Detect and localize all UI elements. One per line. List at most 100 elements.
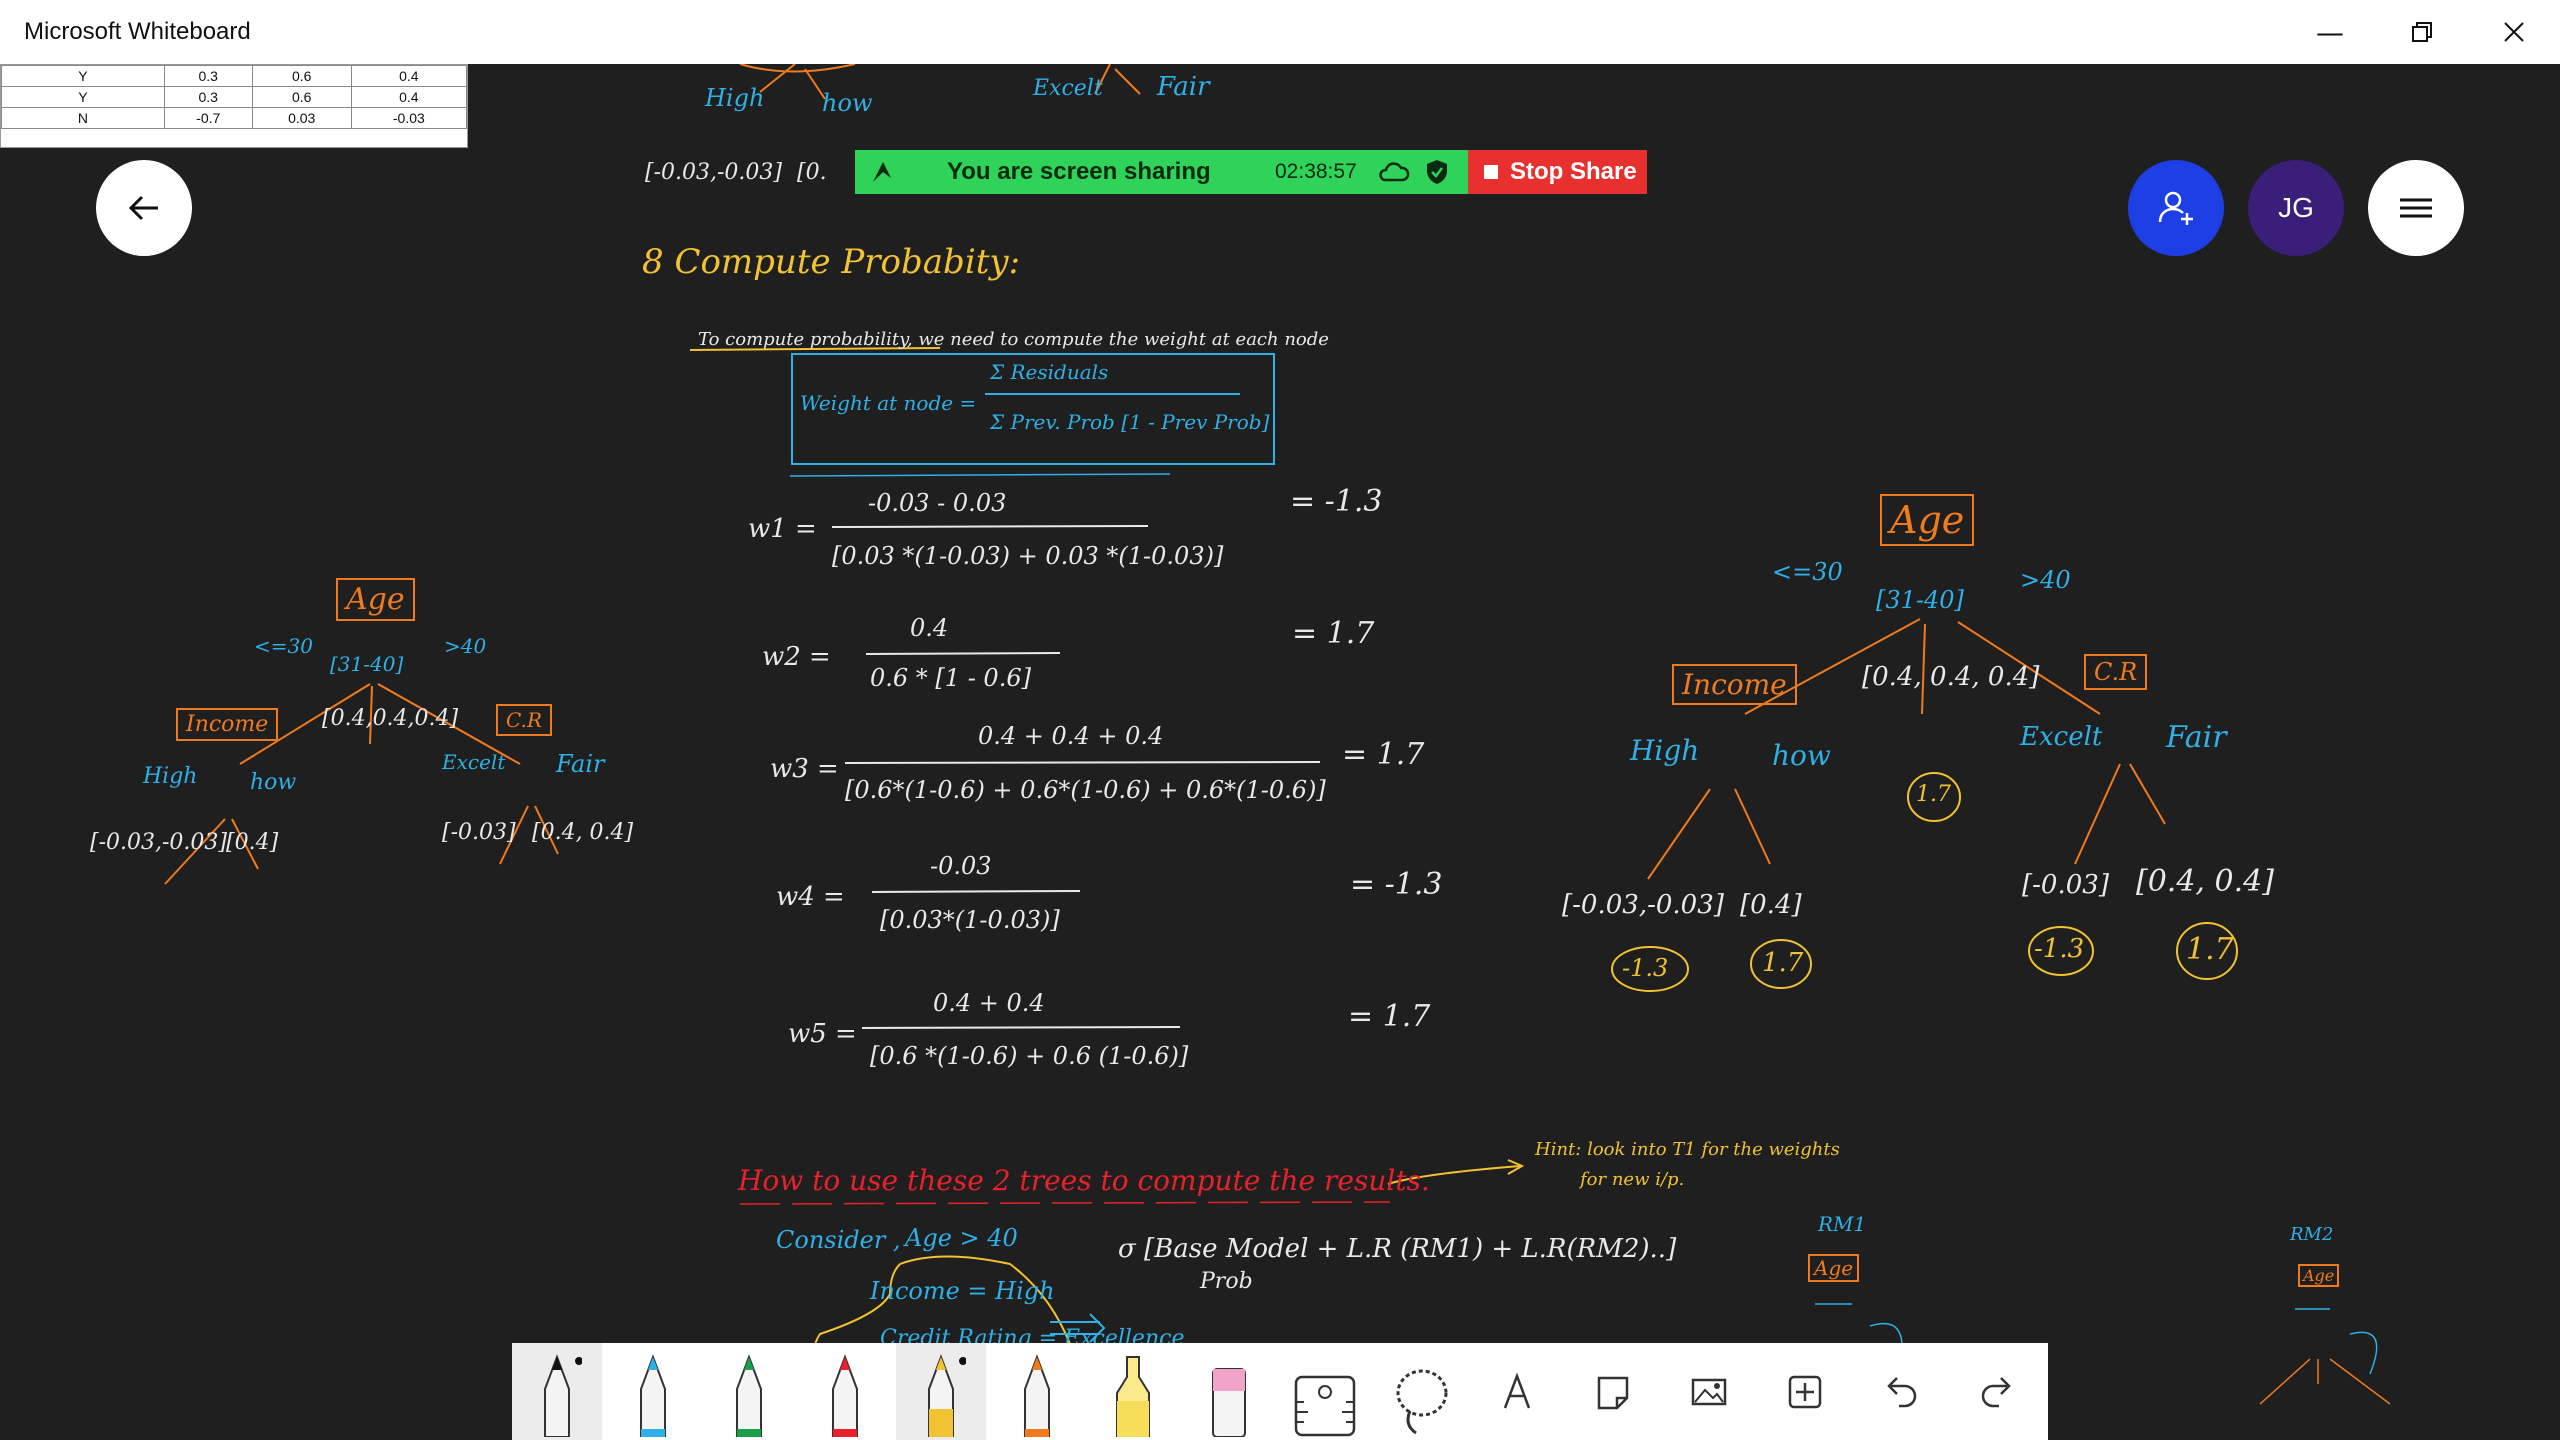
w5-result: = 1.7: [1348, 999, 1431, 1034]
whiteboard-canvas[interactable]: High how Excelt Fair [-0.03,-0.03] [0. 8…: [0, 64, 2560, 1440]
ruler-tool[interactable]: [1280, 1343, 1370, 1440]
share-status-panel: You are screen sharing 02:38:57: [855, 150, 1468, 194]
right-tree-w4: 1.7: [2186, 932, 2234, 967]
add-icon: [1788, 1375, 1822, 1408]
right-tree-gt40: >40: [2020, 566, 2071, 594]
sigma-expression: σ [Base Model + L.R (RM1) + L.R(RM2)..]: [1118, 1234, 1677, 1264]
left-tree-gt40: >40: [444, 634, 487, 658]
pen-green-tool[interactable]: [704, 1343, 794, 1440]
minimize-icon: —: [2316, 15, 2344, 49]
left-tree-leaf-4: [0.4, 0.4]: [532, 820, 634, 845]
right-tree-leaf-4: [0.4, 0.4]: [2136, 864, 2274, 899]
right-tree-high: High: [1630, 734, 1700, 767]
left-tree-fair: Fair: [556, 750, 605, 778]
lasso-icon: [1396, 1369, 1448, 1434]
w2-result: = 1.7: [1292, 616, 1375, 651]
section-title: 8 Compute Probabity:: [642, 242, 1021, 282]
right-tree-root: Age: [1880, 494, 1975, 546]
pen-yellow-icon: [928, 1353, 966, 1437]
w5-denominator: [0.6 *(1-0.6) + 0.6 (1-0.6)]: [870, 1042, 1189, 1070]
stop-share-button[interactable]: Stop Share: [1468, 150, 1647, 194]
right-tree-mid-leaf: [0.4, 0.4, 0.4]: [1862, 662, 2040, 692]
pen-red-tool[interactable]: [800, 1343, 890, 1440]
left-tree-root: Age: [336, 578, 415, 621]
table-row: Y 0.3 0.6 0.4: [1, 86, 468, 108]
shield-check-icon: [1427, 160, 1447, 184]
text-tool[interactable]: [1472, 1343, 1562, 1440]
close-icon: [2504, 22, 2524, 42]
formula-numerator: Σ Residuals: [990, 360, 1109, 384]
w3-numerator: 0.4 + 0.4 + 0.4: [978, 722, 1164, 750]
minimize-button[interactable]: —: [2284, 0, 2376, 64]
right-tree-leaf-1: [-0.03,-0.03]: [1562, 890, 1724, 920]
lasso-tool[interactable]: [1376, 1343, 1466, 1440]
pen-orange-tool[interactable]: [992, 1343, 1082, 1440]
how-to-text: How to use these 2 trees to compute the …: [738, 1164, 1430, 1197]
note-top-leaf-a: [-0.03,-0.03]: [645, 160, 782, 185]
note-top-low: how: [822, 89, 873, 117]
restore-button[interactable]: [2376, 0, 2468, 64]
right-tree-leaf-3: [-0.03]: [2022, 870, 2109, 900]
menu-button[interactable]: [2368, 160, 2464, 256]
invite-button[interactable]: [2128, 160, 2224, 256]
w4-denominator: [0.03*(1-0.03)]: [880, 906, 1060, 934]
sticky-note-tool[interactable]: [1568, 1343, 1658, 1440]
stop-share-label: Stop Share: [1510, 158, 1637, 185]
w1-result: = -1.3: [1290, 484, 1383, 519]
back-button[interactable]: [96, 160, 192, 256]
share-timer: 02:38:57: [1275, 160, 1357, 183]
w3-result: = 1.7: [1342, 737, 1425, 772]
table-row: Y 0.3 0.6 0.4: [1, 65, 468, 87]
right-tree-w1: -1.3: [1622, 954, 1669, 982]
right-tree-excl: Excelt: [2020, 722, 2103, 752]
right-tree-lt30: <=30: [1772, 558, 1843, 586]
avatar-initials: JG: [2278, 192, 2314, 223]
avatar[interactable]: JG: [2248, 160, 2344, 256]
image-tool[interactable]: [1664, 1343, 1754, 1440]
highlighter-yellow-tool[interactable]: [1088, 1343, 1178, 1440]
mini-tree-rm1-root: Age: [1808, 1254, 1860, 1282]
right-tree-w3: -1.3: [2034, 934, 2085, 964]
pen-black-tool[interactable]: [512, 1343, 602, 1440]
right-tree-income: Income: [1672, 664, 1797, 705]
ruler-icon: [1294, 1375, 1356, 1436]
add-content-tool[interactable]: [1760, 1343, 1850, 1440]
formula-left: Weight at node =: [800, 391, 977, 415]
back-arrow-icon: [128, 195, 158, 221]
sticky-note-icon: [1597, 1376, 1629, 1409]
undo-button[interactable]: [1856, 1343, 1946, 1440]
table-snippet[interactable]: Y 0.3 0.6 0.4 Y 0.3 0.6 0.4 N -0.7 0.03 …: [0, 64, 468, 148]
age-condition: Age > 40: [905, 1224, 1018, 1252]
highlighter-yellow-icon: [1116, 1355, 1150, 1437]
highlighter-pink-tool[interactable]: [1184, 1343, 1274, 1440]
redo-button[interactable]: [1952, 1343, 2042, 1440]
left-tree-credit: C.R: [496, 704, 553, 736]
left-tree-leaf-1: [-0.03,-0.03]: [90, 830, 227, 855]
pen-blue-tool[interactable]: [608, 1343, 698, 1440]
cloud-status-icon: [1379, 162, 1410, 182]
w4-label: w4 =: [776, 882, 845, 912]
hint-line-1: Hint: look into T1 for the weights: [1535, 1139, 1840, 1160]
pen-blue-icon: [640, 1353, 666, 1437]
w5-numerator: 0.4 + 0.4: [933, 989, 1045, 1017]
highlighter-pink-icon: [1212, 1367, 1246, 1437]
left-tree-mid-leaf: [0.4,0.4,0.4]: [322, 706, 459, 731]
w5-label: w5 =: [788, 1019, 857, 1049]
right-tree-w-mid: 1.7: [1916, 782, 1951, 807]
pen-green-icon: [736, 1353, 762, 1437]
left-tree-income: Income: [176, 708, 279, 741]
income-condition: Income = High: [870, 1277, 1055, 1305]
right-tree-mid: [31-40]: [1876, 586, 1964, 614]
w4-result: = -1.3: [1350, 867, 1443, 902]
redo-icon: [1981, 1376, 2011, 1407]
pen-yellow-tool[interactable]: [896, 1343, 986, 1440]
note-top-leaf-b: [0.: [797, 160, 827, 185]
close-button[interactable]: [2468, 0, 2560, 64]
restore-icon: [2412, 22, 2432, 42]
screen-share-bar: You are screen sharing 02:38:57 Stop Sha…: [855, 150, 1647, 194]
app-title: Microsoft Whiteboard: [24, 18, 251, 45]
undo-icon: [1887, 1376, 1917, 1407]
drag-handle-icon[interactable]: [869, 158, 895, 186]
title-bar: Microsoft Whiteboard —: [0, 0, 2560, 64]
right-tree-leaf-2: [0.4]: [1740, 890, 1802, 920]
